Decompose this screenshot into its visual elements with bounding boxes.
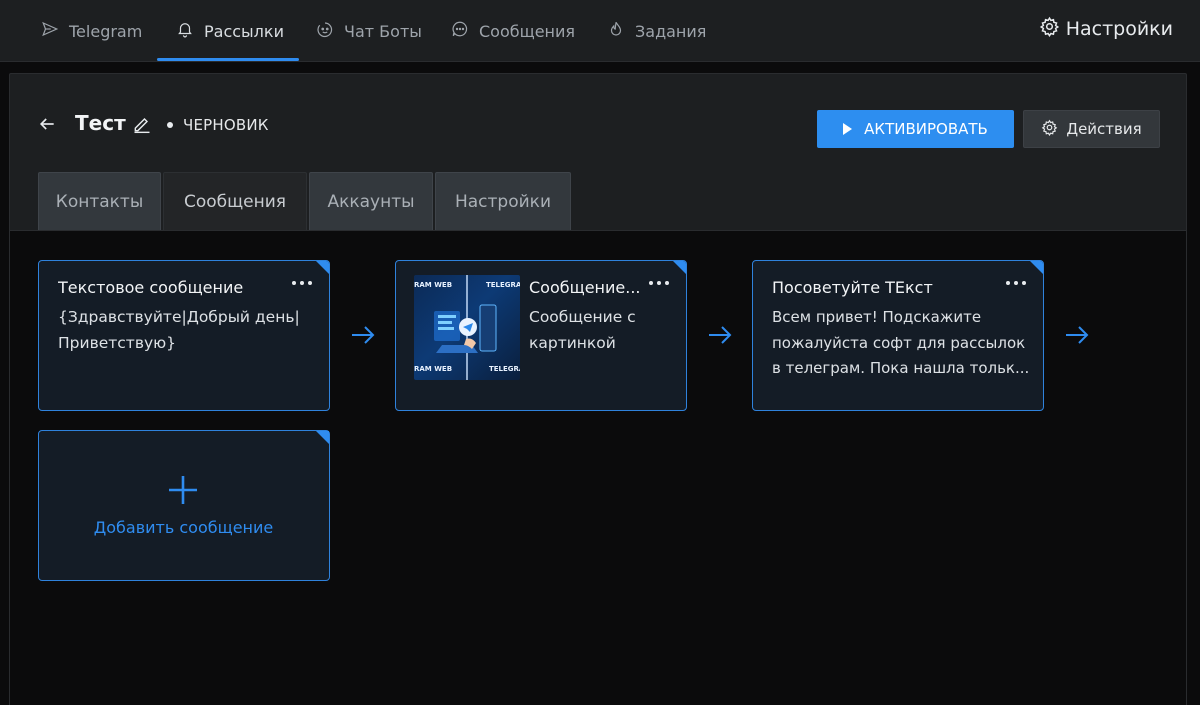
page-title: Тест: [75, 111, 126, 135]
arrow-right-icon: [350, 324, 376, 346]
add-message-button[interactable]: Добавить сообщение: [38, 430, 330, 581]
arrow-right-icon: [1064, 324, 1090, 346]
card-corner-marker: [1030, 261, 1043, 274]
nav-item-label: Telegram: [69, 21, 143, 41]
nav-item-label: Задания: [635, 21, 707, 41]
play-icon: [843, 123, 853, 135]
chat-icon: [451, 20, 469, 42]
thumbnail-text: TELEGRA: [489, 365, 520, 373]
nav-item-label: Сообщения: [479, 21, 576, 41]
plus-icon: [167, 474, 199, 506]
tab-accounts[interactable]: Аккаунты: [309, 172, 433, 230]
flame-icon: [607, 20, 625, 42]
arrow-right-icon: [707, 324, 733, 346]
message-image-thumbnail: RAM WEB TELEGRA RAM WEB TELEGRA: [414, 275, 520, 380]
message-title: Сообщение...: [529, 278, 641, 297]
message-title: Посоветуйте ТЕкст: [772, 278, 933, 297]
more-options-icon[interactable]: [292, 275, 312, 291]
message-card[interactable]: Текстовое сообщение {Здравствуйте|Добрый…: [38, 260, 330, 411]
more-options-icon[interactable]: [649, 275, 669, 291]
pencil-icon[interactable]: [132, 114, 152, 134]
message-body: {Здравствуйте|Добрый день| Приветствую}: [58, 308, 300, 352]
gear-icon: [1041, 119, 1058, 140]
status-badge: ЧЕРНОВИК: [183, 116, 269, 134]
messages-canvas: Текстовое сообщение {Здравствуйте|Добрый…: [10, 230, 1186, 705]
back-arrow-icon[interactable]: [37, 114, 57, 134]
bot-icon: [316, 20, 334, 42]
nav-item-label: Рассылки: [204, 21, 284, 41]
thumbnail-text: RAM WEB: [414, 365, 453, 373]
message-card[interactable]: Посоветуйте ТЕкст Всем привет! Подскажит…: [752, 260, 1044, 411]
nav-item-tasks[interactable]: Задания: [607, 0, 706, 62]
tab-settings[interactable]: Настройки: [435, 172, 571, 230]
add-message-label: Добавить сообщение: [93, 518, 274, 537]
telegram-illustration: [434, 304, 497, 353]
activate-button[interactable]: АКТИВИРОВАТЬ: [817, 110, 1014, 148]
send-icon: [41, 20, 59, 42]
message-body: Сообщение с картинкой: [529, 308, 636, 352]
card-corner-marker: [316, 431, 329, 444]
mailing-panel: Тест ЧЕРНОВИК АКТИВИРОВАТЬ Действия Конт…: [9, 73, 1187, 705]
tab-messages[interactable]: Сообщения: [163, 172, 307, 230]
nav-item-mailings[interactable]: Рассылки: [176, 0, 284, 62]
bell-icon: [176, 20, 194, 42]
message-card[interactable]: RAM WEB TELEGRA RAM WEB TELEGRA Сообщени…: [395, 260, 687, 411]
top-navigation: Telegram Рассылки Чат Боты Сообщения Зад…: [0, 0, 1200, 62]
actions-button[interactable]: Действия: [1023, 110, 1160, 148]
status-dot: [167, 122, 173, 128]
thumbnail-text: TELEGRA: [486, 281, 520, 289]
message-title: Текстовое сообщение: [58, 278, 244, 297]
nav-item-telegram[interactable]: Telegram: [41, 0, 142, 62]
thumbnail-text: RAM WEB: [414, 281, 453, 289]
tab-contacts[interactable]: Контакты: [38, 172, 161, 230]
gear-icon: [1039, 16, 1060, 42]
card-corner-marker: [673, 261, 686, 274]
nav-item-label: Чат Боты: [344, 21, 422, 41]
actions-label: Действия: [1066, 120, 1142, 138]
nav-item-messages[interactable]: Сообщения: [451, 0, 575, 62]
settings-label: Настройки: [1065, 18, 1173, 40]
more-options-icon[interactable]: [1006, 275, 1026, 291]
nav-item-chat-bots[interactable]: Чат Боты: [316, 0, 422, 62]
activate-label: АКТИВИРОВАТЬ: [864, 120, 988, 138]
message-body: Всем привет! Подскажите пожалуйста софт …: [772, 308, 1030, 377]
active-nav-indicator: [157, 58, 299, 61]
card-corner-marker: [316, 261, 329, 274]
settings-link[interactable]: Настройки: [1039, 14, 1173, 44]
